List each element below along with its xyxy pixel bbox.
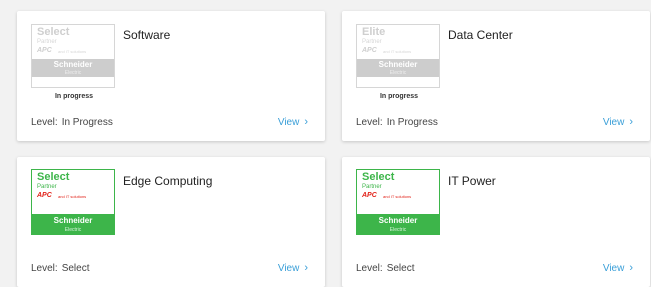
view-label: View (602, 117, 625, 128)
badge-status: In progress (54, 93, 94, 100)
view-link[interactable]: View › (603, 116, 633, 128)
schneider-logo: Schneider (53, 216, 93, 225)
view-link[interactable]: View › (278, 116, 308, 128)
level-value: Select (386, 263, 415, 274)
partner-badge: Elite Partner APC and IT solutions Schne… (356, 24, 440, 100)
program-title: Edge Computing (123, 174, 213, 188)
schneider-logo-bar: Schneider Electric (32, 59, 114, 77)
program-title: IT Power (448, 174, 496, 188)
partner-programs-grid: Select Partner APC and IT solutions Schn… (0, 0, 651, 287)
schneider-logo-bar: Schneider Electric (32, 214, 114, 235)
partner-badge: Select Partner APC and IT solutions Schn… (31, 24, 115, 100)
badge-subtitle: Partner (37, 39, 57, 45)
badge-subtitle: Partner (362, 39, 382, 45)
program-level: Level: In Progress (31, 117, 113, 128)
program-card-it-power: Select Partner APC and IT solutions Schn… (342, 157, 650, 287)
badge-subtitle: Partner (37, 184, 57, 190)
view-label: View (277, 117, 300, 128)
program-card-edge-computing: Select Partner APC and IT solutions Schn… (17, 157, 325, 287)
chevron-right-icon: › (629, 116, 633, 128)
apc-logo-note: and IT solutions (58, 194, 87, 199)
schneider-logo-bar: Schneider Electric (357, 214, 439, 235)
program-level: Level: In Progress (356, 117, 438, 128)
schneider-logo-sub: Electric (389, 70, 407, 76)
level-value: In Progress (61, 117, 113, 128)
apc-logo-note: and IT solutions (58, 49, 87, 54)
program-title: Software (123, 28, 171, 42)
view-link[interactable]: View › (603, 262, 633, 274)
badge-tier: Select (37, 26, 70, 38)
apc-logo-note: and IT solutions (383, 194, 412, 199)
badge-subtitle: Partner (362, 184, 382, 190)
schneider-logo: Schneider (378, 216, 418, 225)
level-label: Level: (356, 117, 383, 128)
program-card-data-center: Elite Partner APC and IT solutions Schne… (342, 11, 650, 141)
program-level: Level: Select (356, 263, 414, 274)
schneider-logo-bar: Schneider Electric (357, 59, 439, 77)
badge-tier: Select (362, 171, 395, 183)
level-label: Level: (31, 117, 58, 128)
partner-badge: Select Partner APC and IT solutions Schn… (356, 169, 440, 235)
badge-status: In progress (379, 93, 419, 100)
chevron-right-icon: › (304, 116, 308, 128)
level-label: Level: (31, 263, 58, 274)
apc-logo: APC (362, 47, 377, 54)
view-label: View (277, 263, 300, 274)
schneider-logo-sub: Electric (389, 227, 407, 233)
schneider-logo-sub: Electric (64, 227, 82, 233)
level-label: Level: (356, 263, 383, 274)
schneider-logo: Schneider (378, 60, 418, 69)
chevron-right-icon: › (629, 262, 633, 274)
program-level: Level: Select (31, 263, 89, 274)
apc-logo: APC (37, 47, 52, 54)
schneider-logo: Schneider (53, 60, 93, 69)
view-link[interactable]: View › (278, 262, 308, 274)
level-value: Select (61, 263, 90, 274)
program-card-software: Select Partner APC and IT solutions Schn… (17, 11, 325, 141)
apc-logo: APC (37, 192, 52, 199)
schneider-logo-sub: Electric (64, 70, 82, 76)
view-label: View (602, 263, 625, 274)
badge-tier: Select (37, 171, 70, 183)
apc-logo-note: and IT solutions (383, 49, 412, 54)
level-value: In Progress (386, 117, 438, 128)
apc-logo: APC (362, 192, 377, 199)
partner-badge: Select Partner APC and IT solutions Schn… (31, 169, 115, 235)
badge-tier: Elite (362, 26, 386, 38)
program-title: Data Center (448, 28, 513, 42)
chevron-right-icon: › (304, 262, 308, 274)
